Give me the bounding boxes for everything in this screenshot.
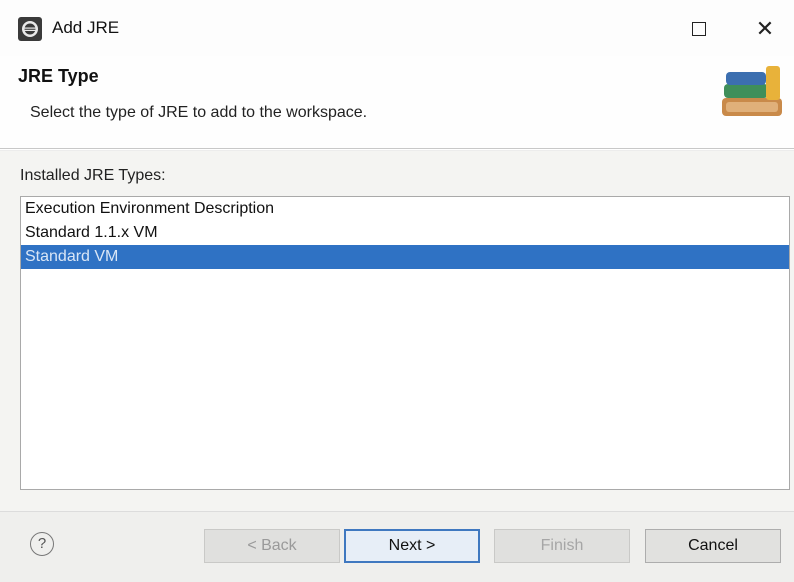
- page-title: JRE Type: [18, 66, 99, 86]
- wizard-header: JRE Type Select the type of JRE to add t…: [0, 56, 794, 148]
- title-bar: Add JRE ✕: [0, 0, 794, 56]
- window-title: Add JRE: [52, 18, 120, 37]
- list-item-standard-vm[interactable]: Standard VM: [21, 245, 789, 269]
- page-description: Select the type of JRE to add to the wor…: [30, 104, 368, 121]
- wizard-content: Installed JRE Types: Execution Environme…: [0, 151, 794, 511]
- installed-jre-types-label: Installed JRE Types:: [20, 167, 166, 184]
- maximize-button[interactable]: [682, 12, 716, 46]
- help-icon[interactable]: ?: [30, 532, 54, 556]
- close-icon: ✕: [755, 16, 775, 41]
- finish-button[interactable]: Finish: [494, 529, 630, 563]
- back-button[interactable]: < Back: [204, 529, 340, 563]
- button-bar: ? < Back Next > Finish Cancel: [0, 511, 794, 582]
- jre-types-list[interactable]: Execution Environment Description Standa…: [20, 196, 790, 490]
- maximize-icon: [692, 22, 706, 36]
- close-button[interactable]: ✕: [748, 12, 782, 46]
- header-separator: [0, 148, 794, 149]
- jre-library-books-icon: [722, 66, 782, 116]
- list-item-standard-1-1-x-vm[interactable]: Standard 1.1.x VM: [21, 221, 789, 245]
- eclipse-app-icon: [18, 17, 42, 41]
- list-item-execution-environment-description[interactable]: Execution Environment Description: [21, 197, 789, 221]
- next-button[interactable]: Next >: [344, 529, 480, 563]
- cancel-button[interactable]: Cancel: [645, 529, 781, 563]
